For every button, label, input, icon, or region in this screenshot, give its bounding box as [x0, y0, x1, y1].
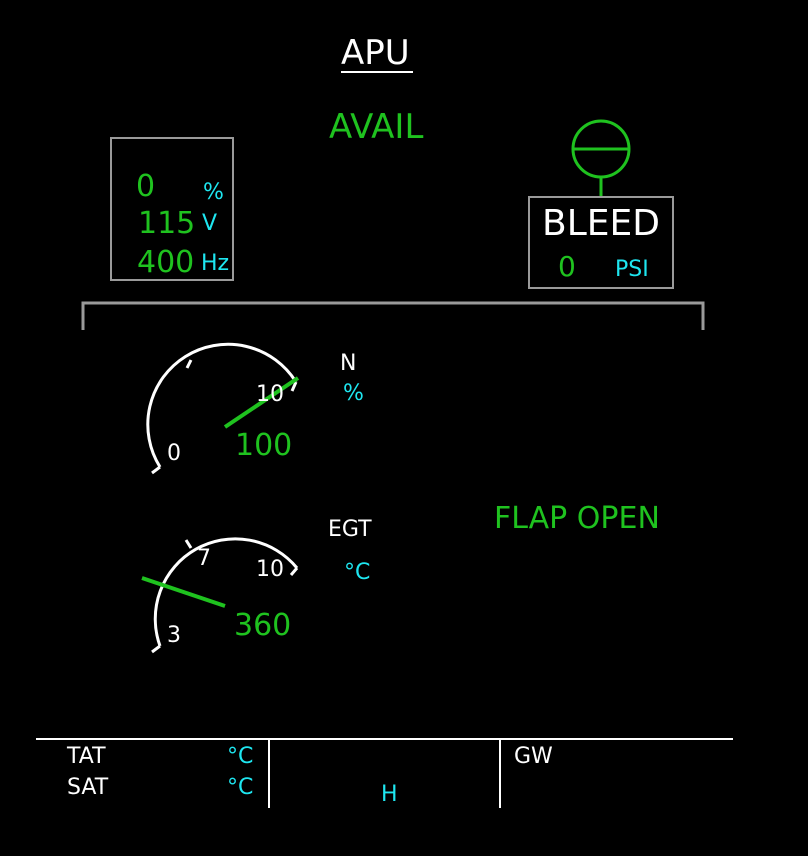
sat-unit: °C: [227, 775, 254, 800]
time-hours-label: H: [381, 782, 398, 807]
tat-label: TAT: [67, 744, 106, 769]
egt-gauge-tick-low: 3: [167, 623, 181, 648]
n-gauge-label: N: [340, 351, 357, 376]
gw-label: GW: [514, 744, 553, 769]
n-gauge-unit: %: [343, 381, 364, 406]
egt-gauge-tick-max: 10: [256, 557, 284, 582]
bleed-valve-icon: [571, 119, 631, 196]
egt-gauge-value: 360: [234, 608, 292, 643]
sat-label: SAT: [67, 775, 109, 800]
n-gauge-tick-min: 0: [167, 441, 181, 466]
apu-graphics: [36, 119, 733, 808]
n-gauge-tick-max: 10: [256, 382, 284, 407]
egt-gauge-unit: °C: [344, 560, 371, 585]
bleed-duct-line: [81, 301, 705, 330]
egt-gauge-tick-mid: 7: [197, 546, 211, 571]
egt-gauge-label: EGT: [328, 517, 372, 542]
n-gauge-value: 100: [235, 428, 293, 463]
egt-gauge-needle: [141, 576, 226, 608]
tat-unit: °C: [227, 744, 254, 769]
flap-status: FLAP OPEN: [494, 501, 660, 536]
